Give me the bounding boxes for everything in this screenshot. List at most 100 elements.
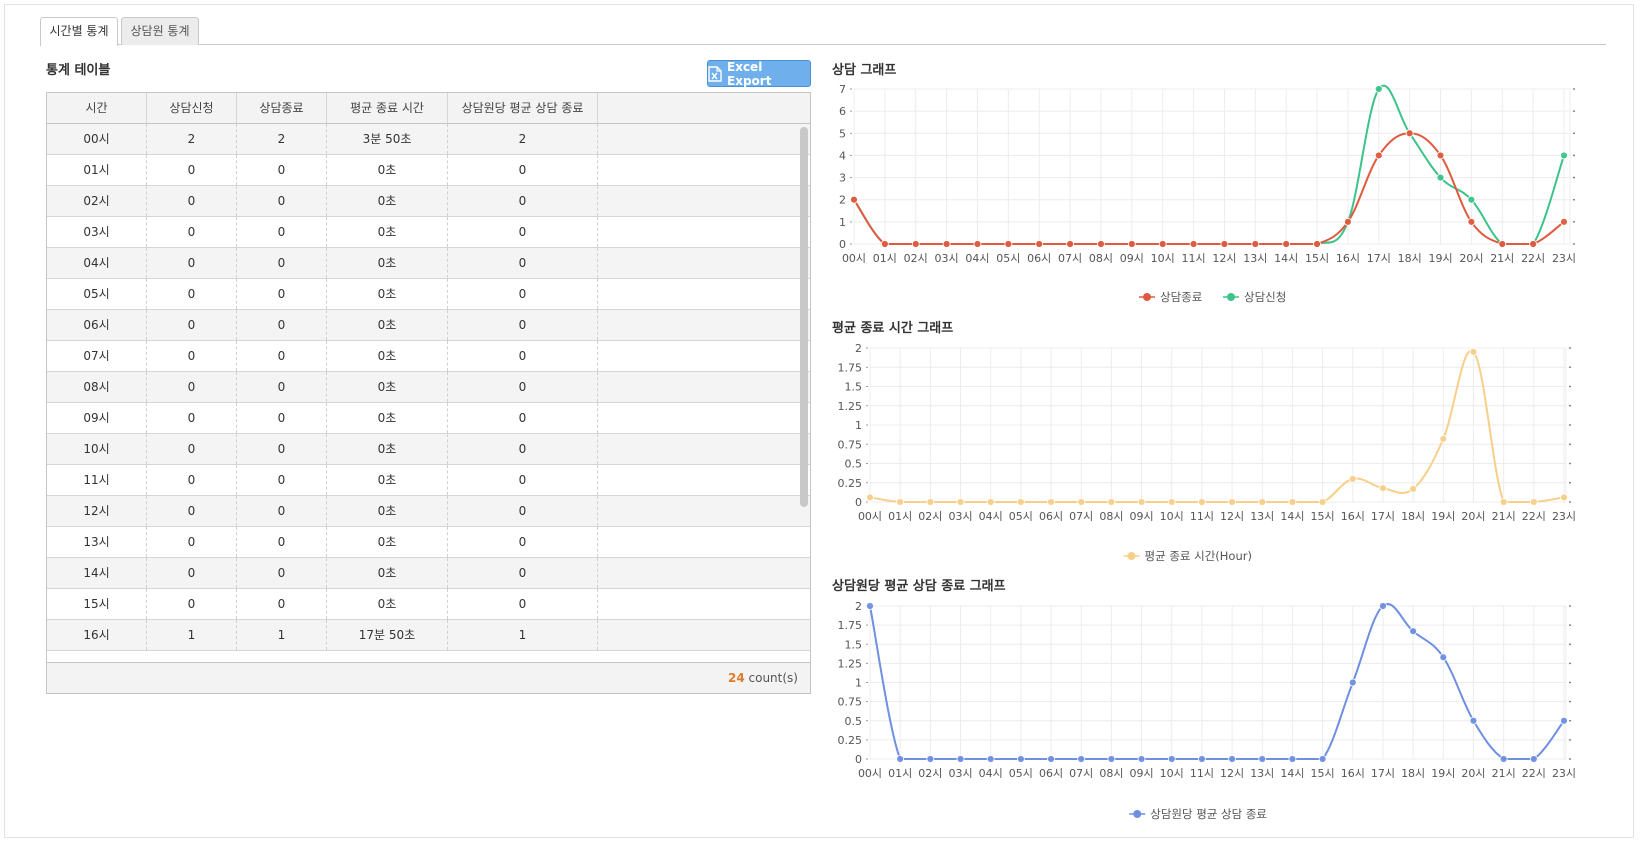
row-count-suffix: count(s) [748,671,798,685]
cell-time: 06시 [47,310,147,340]
chart2-title: 평균 종료 시간 그래프 [832,321,954,336]
table-row[interactable]: 05시 0 0 0초 0 [47,279,810,310]
cell-completed: 0 [237,248,327,278]
cell-time: 05시 [47,279,147,309]
cell-completed: 1 [237,620,327,650]
table-row[interactable]: 14시 0 0 0초 0 [47,558,810,589]
table-row[interactable]: 08시 0 0 0초 0 [47,372,810,403]
cell-avg-end-time: 3분 50초 [327,124,448,154]
cell-time: 07시 [47,341,147,371]
tab-hourly-stats[interactable]: 시간별 통계 [40,17,118,46]
column-header-time[interactable]: 시간 [47,93,147,123]
cell-avg-end-time: 0초 [327,434,448,464]
cell-avg-per-agent: 0 [448,341,598,371]
column-header-completed[interactable]: 상담종료 [237,93,327,123]
table-row[interactable]: 10시 0 0 0초 0 [47,434,810,465]
cell-avg-per-agent: 0 [448,496,598,526]
cell-requests: 0 [147,155,237,185]
cell-time: 12시 [47,496,147,526]
tab-agent-stats[interactable]: 상담원 통계 [121,17,199,45]
cell-completed: 0 [237,589,327,619]
table-row[interactable]: 07시 0 0 0초 0 [47,341,810,372]
cell-requests: 0 [147,527,237,557]
cell-time: 04시 [47,248,147,278]
cell-completed: 0 [237,465,327,495]
table-row[interactable]: 16시 1 1 17분 50초 1 [47,620,810,651]
cell-requests: 0 [147,310,237,340]
cell-time: 15시 [47,589,147,619]
cell-requests: 0 [147,248,237,278]
table-row[interactable]: 06시 0 0 0초 0 [47,310,810,341]
table-row[interactable]: 00시 2 2 3분 50초 2 [47,124,810,155]
stats-table: 시간 상담신청 상담종료 평균 종료 시간 상담원당 평균 상담 종료 00시 2… [46,92,811,694]
cell-completed: 0 [237,527,327,557]
column-header-avg-end-time[interactable]: 평균 종료 시간 [327,93,448,123]
cell-completed: 0 [237,155,327,185]
cell-avg-end-time: 0초 [327,310,448,340]
column-header-requests[interactable]: 상담신청 [147,93,237,123]
cell-avg-end-time: 0초 [327,248,448,278]
cell-avg-per-agent: 0 [448,372,598,402]
cell-avg-end-time: 0초 [327,155,448,185]
cell-completed: 0 [237,341,327,371]
table-row[interactable]: 12시 0 0 0초 0 [47,496,810,527]
cell-time: 03시 [47,217,147,247]
cell-avg-per-agent: 0 [448,403,598,433]
cell-avg-per-agent: 0 [448,434,598,464]
table-row[interactable]: 03시 0 0 0초 0 [47,217,810,248]
table-scrollbar[interactable] [800,127,808,507]
cell-requests: 0 [147,186,237,216]
table-row[interactable]: 02시 0 0 0초 0 [47,186,810,217]
cell-time: 11시 [47,465,147,495]
table-row[interactable]: 01시 0 0 0초 0 [47,155,810,186]
cell-avg-per-agent: 2 [448,124,598,154]
cell-avg-per-agent: 0 [448,558,598,588]
cell-requests: 2 [147,124,237,154]
cell-avg-per-agent: 0 [448,155,598,185]
table-section-title: 통계 테이블 [46,63,111,78]
table-row[interactable]: 09시 0 0 0초 0 [47,403,810,434]
cell-completed: 0 [237,434,327,464]
cell-avg-per-agent: 0 [448,279,598,309]
chart3-title: 상담원당 평균 상담 종료 그래프 [832,579,1006,594]
cell-avg-end-time: 0초 [327,279,448,309]
cell-avg-per-agent: 0 [448,217,598,247]
cell-avg-per-agent: 0 [448,589,598,619]
table-row[interactable]: 13시 0 0 0초 0 [47,527,810,558]
cell-requests: 0 [147,372,237,402]
excel-export-label: Excel Export [727,59,772,88]
cell-requests: 0 [147,589,237,619]
cell-time: 13시 [47,527,147,557]
cell-avg-end-time: 0초 [327,527,448,557]
cell-avg-per-agent: 0 [448,248,598,278]
table-row[interactable]: 15시 0 0 0초 0 [47,589,810,620]
cell-completed: 0 [237,372,327,402]
cell-requests: 0 [147,558,237,588]
cell-avg-per-agent: 0 [448,465,598,495]
table-row[interactable]: 11시 0 0 0초 0 [47,465,810,496]
cell-completed: 0 [237,217,327,247]
cell-avg-per-agent: 0 [448,310,598,340]
cell-requests: 0 [147,496,237,526]
cell-time: 02시 [47,186,147,216]
cell-completed: 0 [237,310,327,340]
cell-requests: 0 [147,217,237,247]
cell-time: 08시 [47,372,147,402]
excel-export-button[interactable]: Excel Export [707,59,811,88]
cell-completed: 2 [237,124,327,154]
cell-avg-end-time: 0초 [327,372,448,402]
cell-avg-per-agent: 0 [448,527,598,557]
cell-time: 16시 [47,620,147,650]
cell-avg-end-time: 0초 [327,496,448,526]
table-body[interactable]: 00시 2 2 3분 50초 2 01시 0 0 0초 0 02시 0 0 0초 0 03시 0 0 0초 0 04시 0… [47,124,810,659]
tab-bar-divider [40,44,1606,45]
table-row[interactable]: 04시 0 0 0초 0 [47,248,810,279]
cell-time: 10시 [47,434,147,464]
chart1-title: 상담 그래프 [832,63,897,78]
column-header-avg-per-agent[interactable]: 상담원당 평균 상담 종료 [448,93,598,123]
cell-avg-end-time: 0초 [327,558,448,588]
cell-completed: 0 [237,496,327,526]
cell-completed: 0 [237,279,327,309]
cell-avg-end-time: 17분 50초 [327,620,448,650]
cell-requests: 0 [147,434,237,464]
